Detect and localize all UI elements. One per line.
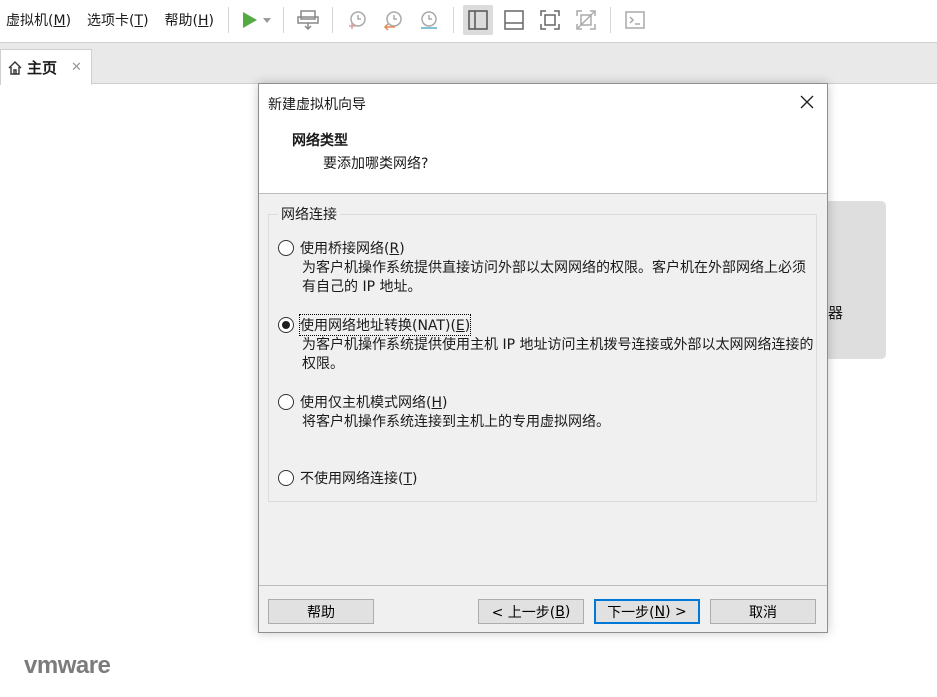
play-icon (243, 12, 257, 28)
console-icon (625, 11, 645, 29)
menu-tabs[interactable]: 选项卡(T) (79, 10, 157, 30)
dialog-footer: 帮助 < 上一步(B) 下一步(N) > 取消 (259, 585, 827, 632)
radio-selected-dot (282, 321, 290, 329)
home-icon (8, 60, 22, 75)
back-button[interactable]: < 上一步(B) (478, 599, 584, 624)
next-button[interactable]: 下一步(N) > (594, 599, 700, 624)
dropdown-arrow-icon (263, 18, 271, 23)
thumbnail-bar-icon (504, 10, 524, 30)
radio-no-network[interactable]: 不使用网络连接(T) (278, 468, 418, 488)
tab-home-label: 主页 (27, 59, 58, 77)
show-library-icon (468, 10, 488, 30)
play-button[interactable] (238, 5, 260, 35)
radio-nat[interactable]: 使用网络地址转换(NAT)(E) (278, 314, 472, 336)
menu-vm[interactable]: 虚拟机(M) (0, 10, 79, 30)
radio-nat-label: 使用网络地址转换(NAT)(E) (298, 314, 472, 336)
snapshot-manager-icon (421, 11, 437, 29)
radio-host-only-label: 使用仅主机模式网络(H) (300, 395, 448, 411)
revert-snapshot-icon (383, 11, 402, 31)
help-button[interactable]: 帮助 (268, 599, 374, 624)
play-dropdown-button[interactable] (260, 5, 274, 35)
toolbar-separator (453, 7, 454, 33)
host-only-description: 将客户机操作系统连接到主机上的专用虚拟网络。 (302, 414, 610, 430)
toolbar-separator (332, 7, 333, 33)
radio-button[interactable] (278, 317, 294, 333)
new-vm-wizard-dialog: 新建虚拟机向导 网络类型 要添加哪类网络? 网络连接 使用桥接网络(R) 为客户… (258, 83, 828, 633)
nat-description: 为客户机操作系统提供使用主机 IP 地址访问主机拨号连接或外部以太网网络连接的权… (302, 337, 814, 372)
thumbnail-bar-button[interactable] (499, 5, 529, 35)
revert-snapshot-button[interactable] (378, 5, 408, 35)
snapshot-manager-button[interactable] (414, 5, 444, 35)
fullscreen-icon (540, 10, 560, 30)
snapshot-icon (349, 11, 366, 29)
radio-button[interactable] (278, 470, 294, 486)
menu-help[interactable]: 帮助(H) (157, 10, 222, 30)
radio-no-network-label: 不使用网络连接(T) (300, 471, 418, 487)
toolbar-separator (283, 7, 284, 33)
group-label: 网络连接 (278, 204, 340, 224)
page-heading: 网络类型 (292, 133, 348, 149)
fullscreen-button[interactable] (535, 5, 565, 35)
send-keys-button[interactable] (293, 5, 323, 35)
network-connection-group: 网络连接 使用桥接网络(R) 为客户机操作系统提供直接访问外部以太网网络的权限。… (268, 204, 817, 502)
tab-bar: 主页 ✕ (0, 42, 937, 85)
toolbar-separator (610, 7, 611, 33)
show-library-button[interactable] (463, 5, 493, 35)
snapshot-button[interactable] (342, 5, 372, 35)
close-icon[interactable]: ✕ (71, 60, 82, 75)
radio-host-only[interactable]: 使用仅主机模式网络(H) (278, 392, 447, 412)
vmware-logo: vmware (24, 652, 111, 679)
page-subheading: 要添加哪类网络? (323, 156, 429, 172)
unity-icon (576, 10, 596, 30)
bridged-description: 为客户机操作系统提供直接访问外部以太网网络的权限。客户机在外部网络上必须有自己的… (302, 260, 806, 295)
radio-button[interactable] (278, 240, 294, 256)
home-card-label: 器 (828, 304, 844, 322)
cancel-button[interactable]: 取消 (710, 599, 816, 624)
dialog-title: 新建虚拟机向导 (268, 97, 366, 113)
unity-button[interactable] (571, 5, 601, 35)
tab-home[interactable]: 主页 ✕ (0, 49, 92, 85)
dialog-header: 新建虚拟机向导 网络类型 要添加哪类网络? (259, 84, 827, 194)
radio-bridged[interactable]: 使用桥接网络(R) (278, 238, 405, 258)
close-icon (800, 95, 814, 109)
radio-bridged-label: 使用桥接网络(R) (300, 241, 405, 257)
send-keys-icon (297, 10, 319, 31)
dialog-close-button[interactable] (797, 92, 817, 112)
toolbar-separator (228, 7, 229, 33)
menu-toolbar: 虚拟机(M) 选项卡(T) 帮助(H) (0, 0, 937, 40)
radio-button[interactable] (278, 394, 294, 410)
console-button[interactable] (620, 5, 650, 35)
